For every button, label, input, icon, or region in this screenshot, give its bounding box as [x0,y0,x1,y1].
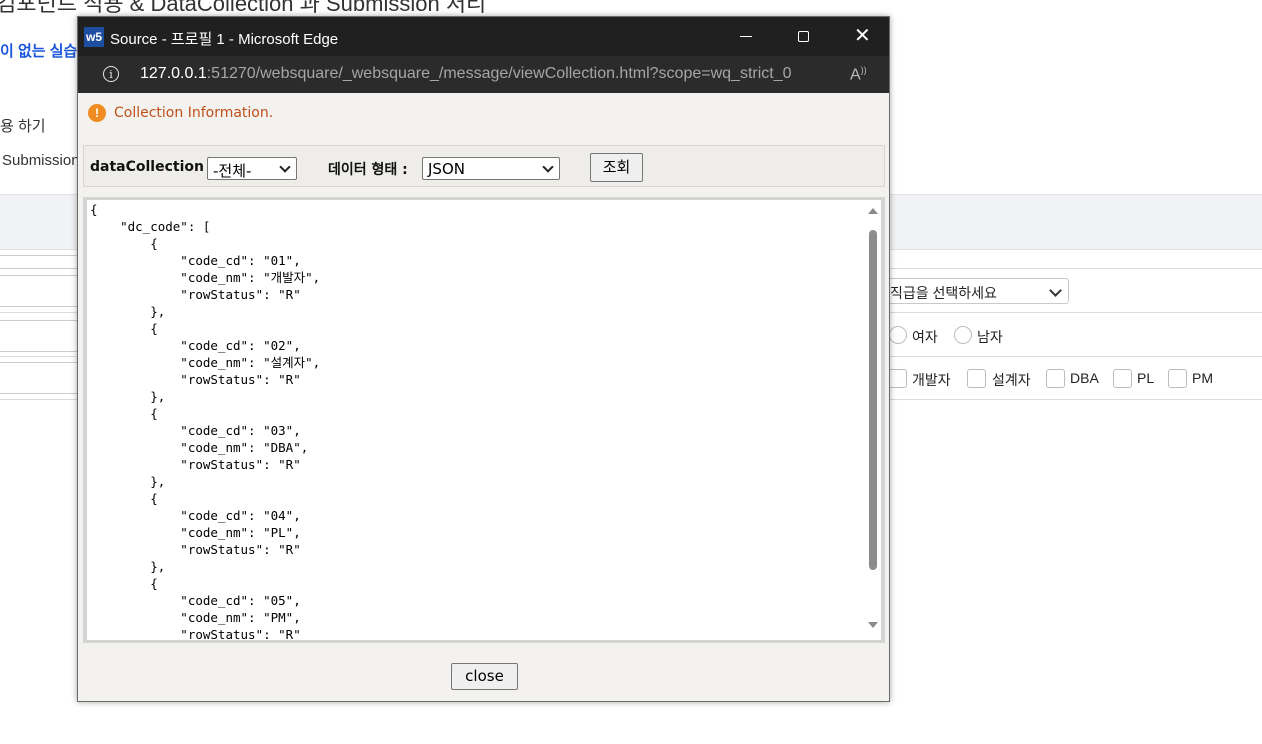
role-label-dba: DBA [1070,370,1099,386]
role-checkbox-pm[interactable] [1168,369,1187,388]
role-checkbox-designer[interactable] [967,369,986,388]
role-checkbox-dba[interactable] [1046,369,1065,388]
json-scrollbar[interactable] [865,200,881,640]
scroll-down-arrow-icon[interactable] [868,622,878,628]
query-button[interactable]: 조회 [590,153,643,182]
data-collection-label: dataCollection : [90,159,215,175]
minimize-icon [740,36,752,37]
url-host: 127.0.0.1 [140,65,207,82]
gender-label-female: 여자 [912,329,938,345]
background-text-2: Submission [2,152,80,169]
url-text[interactable]: 127.0.0.1:51270/websquare/_websquare_/me… [140,65,792,83]
rank-select-value: 직급을 선택하세요 [890,285,997,301]
query-toolbar: dataCollection : -전체- 데이터 형태 : JSON 조회 [83,145,885,187]
info-message-icon: ! [88,104,106,122]
role-checkbox-pl[interactable] [1113,369,1132,388]
gender-radio-male[interactable] [954,326,972,344]
background-input-box[interactable] [0,255,79,269]
minimize-button[interactable] [718,17,774,56]
background-input-box[interactable] [0,362,79,394]
chevron-down-icon [1049,284,1062,297]
background-input-box[interactable] [0,275,79,307]
data-collection-select[interactable]: -전체- [207,157,297,180]
background-input-box[interactable] [0,320,79,352]
data-format-select[interactable]: JSON [422,157,560,180]
collection-info-message: Collection Information. [114,105,274,121]
maximize-button[interactable] [776,17,832,56]
url-path: :51270/websquare/_websquare_/message/vie… [206,65,792,82]
role-checkbox-developer[interactable] [888,369,907,388]
data-format-label: 데이터 형태 : [328,162,408,178]
chevron-down-icon [279,161,291,173]
websquare-app-icon: w5 [84,27,104,47]
role-label-pl: PL [1137,370,1155,386]
scrollbar-thumb[interactable] [869,230,877,570]
json-content: { "dc_code": [ { "code_cd": "01", "code_… [90,202,321,640]
close-button[interactable]: close [451,663,518,690]
gender-radio-female[interactable] [889,326,907,344]
background-sample-link[interactable]: 이 없는 실습 [0,40,77,61]
rank-select[interactable]: 직급을 선택하세요 [883,278,1069,304]
json-viewer[interactable]: { "dc_code": [ { "code_cd": "01", "code_… [87,200,865,640]
window-title: Source - 프로필 1 - Microsoft Edge [110,31,339,48]
role-label-designer: 설계자 [992,372,1031,388]
data-format-select-value: JSON [428,160,465,178]
site-info-icon[interactable]: i [103,66,119,82]
data-collection-select-value: -전체- [213,162,252,180]
role-label-developer: 개발자 [912,372,951,388]
background-text-1: 용 하기 [0,118,46,135]
title-bar[interactable]: w5 Source - 프로필 1 - Microsoft Edge ✕ [78,17,889,56]
popup-window: w5 Source - 프로필 1 - Microsoft Edge ✕ i 1… [77,16,890,702]
address-bar[interactable]: i 127.0.0.1:51270/websquare/_websquare_/… [78,56,889,93]
json-viewer-frame: { "dc_code": [ { "code_cd": "01", "code_… [83,197,885,643]
scroll-up-arrow-icon[interactable] [868,208,878,214]
chevron-down-icon [542,161,554,173]
role-label-pm: PM [1192,370,1213,386]
read-aloud-icon[interactable]: A)) [850,65,867,84]
gender-label-male: 남자 [977,329,1003,345]
close-window-button[interactable]: ✕ [834,17,890,56]
maximize-icon [798,31,809,42]
close-icon: ✕ [854,25,871,47]
